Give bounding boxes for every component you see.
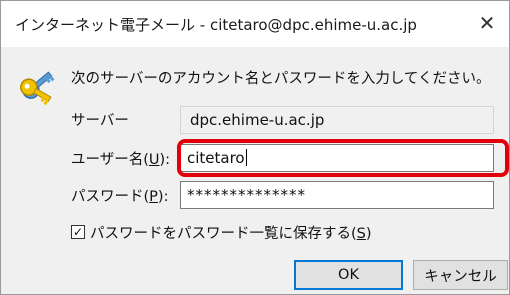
- server-field: dpc.ehime-u.ac.jp: [180, 106, 494, 134]
- username-value: citetaro: [187, 149, 245, 167]
- save-password-row[interactable]: ✓ パスワードをパスワード一覧に保存する(S): [71, 222, 372, 242]
- checkmark-icon: ✓: [72, 225, 84, 239]
- cancel-button[interactable]: キャンセル: [413, 260, 508, 290]
- save-password-label[interactable]: パスワードをパスワード一覧に保存する(S): [90, 222, 372, 243]
- password-label: パスワード(P):: [71, 189, 169, 205]
- close-icon: ✕: [478, 11, 496, 35]
- close-button[interactable]: ✕: [469, 7, 505, 39]
- prompt-message: 次のサーバーのアカウント名とパスワードを入力してください。: [71, 71, 491, 87]
- title-bar: インターネット電子メール - citetaro@dpc.ehime-u.ac.j…: [1, 1, 509, 47]
- text-caret: [245, 149, 247, 166]
- ok-button[interactable]: OK: [294, 260, 403, 290]
- login-dialog: インターネット電子メール - citetaro@dpc.ehime-u.ac.j…: [0, 0, 510, 295]
- password-input[interactable]: **************: [180, 181, 494, 209]
- username-label: ユーザー名(U):: [71, 152, 171, 168]
- server-label: サーバー: [71, 113, 129, 129]
- key-icon: [20, 71, 55, 106]
- dialog-title: インターネット電子メール - citetaro@dpc.ehime-u.ac.j…: [15, 16, 417, 34]
- username-input[interactable]: citetaro: [180, 144, 494, 172]
- save-password-checkbox[interactable]: ✓: [71, 225, 85, 239]
